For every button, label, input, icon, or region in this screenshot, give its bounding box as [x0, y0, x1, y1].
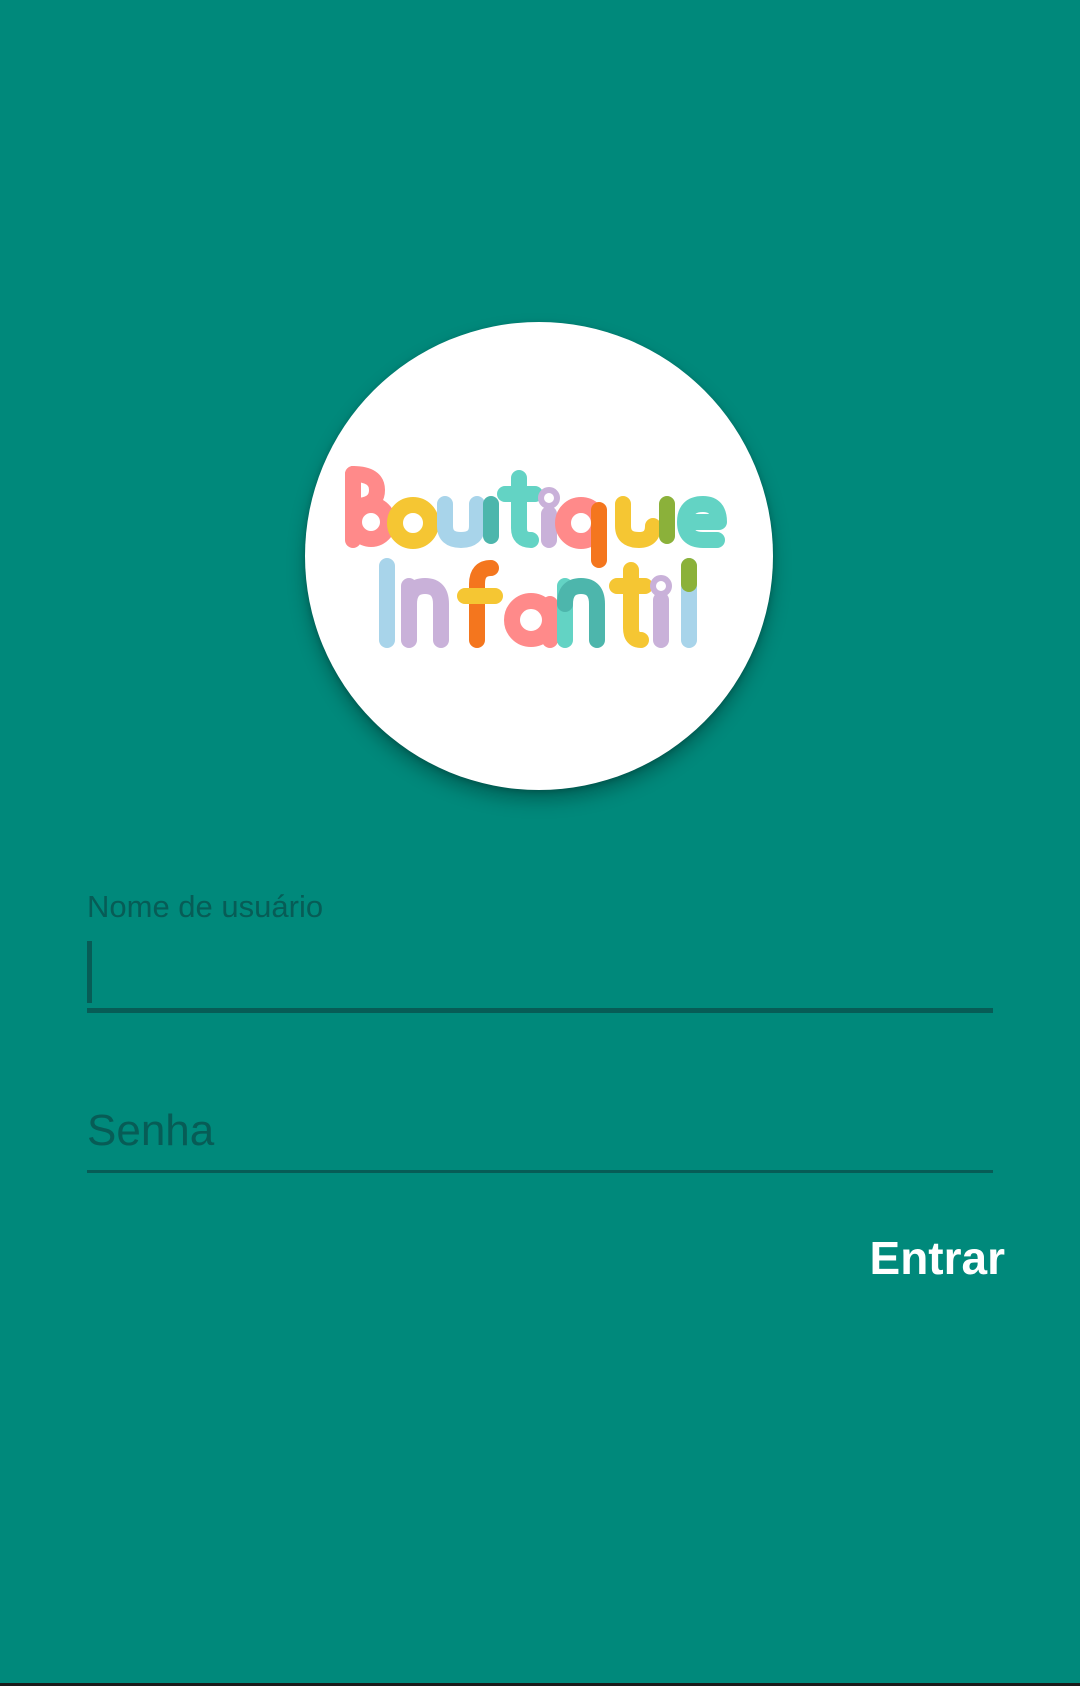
- boutique-infantil-logo: [305, 322, 773, 790]
- login-button[interactable]: Entrar: [870, 1228, 1005, 1288]
- username-input-wrap[interactable]: [87, 931, 993, 1013]
- username-label: Nome de usuário: [87, 889, 324, 924]
- password-input[interactable]: [87, 1095, 993, 1167]
- password-underline: [87, 1170, 993, 1173]
- username-field: Nome de usuário: [87, 885, 993, 1013]
- username-input[interactable]: [87, 931, 993, 1003]
- text-cursor: [87, 941, 92, 1003]
- login-screen: Nome de usuário Entrar: [0, 0, 1080, 1686]
- password-input-wrap[interactable]: [87, 1095, 993, 1173]
- username-underline: [87, 1008, 993, 1013]
- password-field: [87, 1095, 993, 1173]
- logo-wordmark-graphic: [345, 466, 727, 648]
